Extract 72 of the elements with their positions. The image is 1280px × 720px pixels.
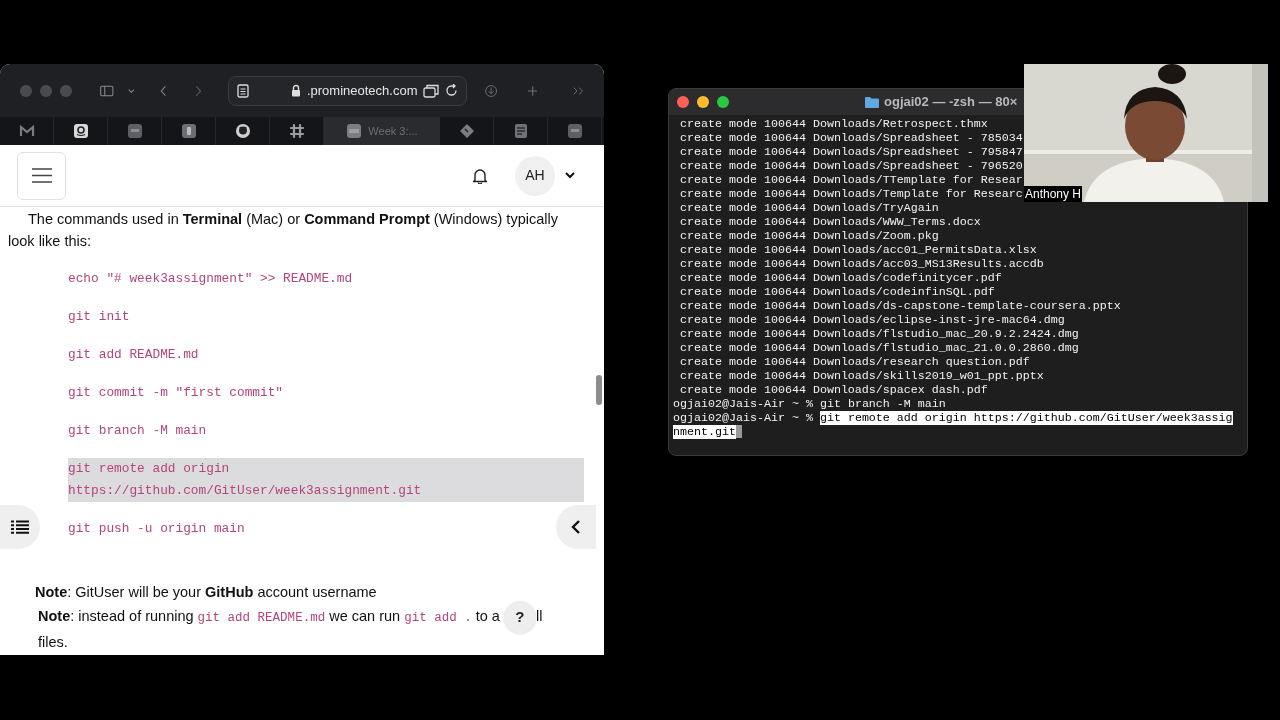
terminal-line: create mode 100644 Downloads/WWW_Terms.docx [679, 215, 981, 229]
note-text: ll [535, 608, 543, 624]
help-button[interactable]: ? [503, 601, 536, 634]
terminal-line: create mode 100644 Downloads/Spreadsheet - 785034 [679, 131, 1023, 145]
hash-icon [288, 123, 305, 139]
note-text: we can run [329, 608, 401, 624]
code-line: git branch -M main [68, 422, 207, 440]
terminal-line: create mode 100644 Downloads/flstudio_mac_20.9.2.2424.dmg [679, 327, 1079, 341]
collapse-button[interactable] [556, 505, 596, 549]
terminal-prompt: ogjai02@Jais-Air ~ % [673, 397, 814, 411]
terminal-line: create mode 100644 Downloads/Spreadsheet - 796520 [679, 159, 1023, 173]
terminal-command: git branch -M main [819, 397, 946, 411]
document-icon [512, 123, 529, 139]
tabs-icon[interactable] [423, 83, 440, 98]
terminal-line: create mode 100644 Downloads/Template for Researc [679, 187, 1023, 201]
app-icon [126, 123, 143, 139]
participant-name: Anthony H [1024, 186, 1083, 202]
menu-icon [31, 168, 52, 183]
reader-icon [236, 83, 249, 98]
minimize-icon[interactable] [697, 96, 709, 108]
user-avatar[interactable]: AH [515, 155, 555, 196]
close-icon[interactable] [677, 96, 689, 108]
terminal-line: create mode 100644 Downloads/codeinfinSQL.pdf [679, 285, 995, 299]
mail-icon [18, 123, 35, 139]
inline-code: git add . [404, 611, 472, 625]
terminal-line: create mode 100644 Downloads/eclipse-inst-jre-mac64.dmg [679, 313, 1065, 327]
diamond-icon [458, 123, 475, 139]
code-line: git init [68, 308, 130, 326]
terminal-line: create mode 100644 Downloads/spacex dash.pdf [679, 383, 988, 397]
terminal-line: create mode 100644 Downloads/codefinitycer.pdf [679, 271, 1002, 285]
folder-icon [865, 96, 879, 108]
menu-button[interactable] [17, 151, 66, 200]
bell-icon[interactable] [473, 167, 487, 184]
terminal-line: create mode 100644 Downloads/ds-capstone-template-coursera.pptx [679, 299, 1121, 313]
contents-button[interactable] [0, 505, 40, 549]
note-text: to a [475, 608, 500, 624]
terminal-prompt: ogjai02@Jais-Air ~ % [673, 411, 814, 425]
terminal-line: create mode 100644 Downloads/Zoom.pkg [679, 229, 939, 243]
terminal-line: create mode 100644 Downloads/flstudio_mac_21.0.0.2860.dmg [679, 341, 1079, 355]
scrollbar-thumb[interactable] [596, 375, 602, 405]
note-text: Note: GitUser will be your GitHub account username [35, 583, 377, 602]
terminal-line: create mode 100644 Downloads/skills2019_w01_ppt.pptx [679, 369, 1044, 383]
note-text: Note: instead of running [38, 608, 194, 624]
app-icon [566, 123, 583, 139]
terminal-line: create mode 100644 Downloads/Retrospect.thmx [679, 117, 988, 131]
inline-code: git add README.md [197, 611, 326, 625]
intro-paragraph: The commands used in Terminal (Mac) or Command Prompt (Windows) typically look like this: [7, 210, 559, 251]
terminal-line: create mode 100644 Downloads/acc01_PermitsData.xlsx [679, 243, 1037, 257]
terminal-line: create mode 100644 Downloads/TTemplate for Resear [679, 173, 1023, 187]
window-title: ogjai02 — -zsh — 80× [884, 93, 1018, 112]
app-icon [180, 123, 197, 139]
note-text: files. [38, 633, 68, 652]
url-text: .promineotech.com [306, 81, 418, 100]
code-line: git push -u origin main [68, 520, 245, 538]
code-line: git add README.md [68, 346, 199, 364]
terminal-line: create mode 100644 Downloads/TryAgain [679, 201, 939, 215]
code-line: echo "# week3assignment" >> README.md [68, 270, 353, 288]
lock-icon [290, 84, 301, 97]
chevron-down-icon[interactable] [565, 172, 575, 179]
more-tabs-icon[interactable] [573, 84, 584, 97]
list-icon [11, 520, 29, 534]
new-tab-icon[interactable] [527, 83, 538, 98]
terminal-line: create mode 100644 Downloads/acc03_MS13Results.accdb [679, 257, 1044, 271]
chevron-left-icon [571, 520, 581, 534]
app-icon [346, 123, 363, 139]
terminal-line: create mode 100644 Downloads/Spreadsheet - 795847 [679, 145, 1023, 159]
address-bar[interactable]: .promineotech.com [227, 75, 468, 106]
maximize-icon[interactable] [717, 96, 729, 108]
cursor-icon [735, 425, 742, 439]
terminal-line: create mode 100644 Downloads/research question.pdf [679, 355, 1030, 369]
reload-icon[interactable] [445, 84, 459, 97]
code-line: git commit -m "first commit" [68, 384, 284, 402]
